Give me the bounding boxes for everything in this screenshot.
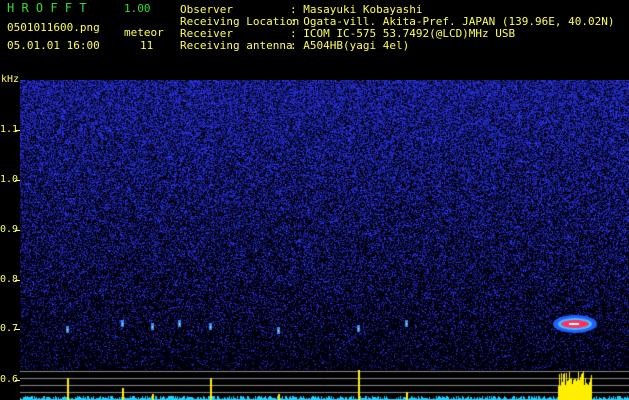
signal-strength-strip: [20, 370, 629, 400]
meteor-count: 11: [140, 39, 154, 52]
y-tick-mark-0-7: [15, 329, 20, 330]
y-tick-mark-0-6: [15, 380, 20, 381]
file-name: 0501011600.png: [7, 21, 100, 34]
app-version: 1.00: [124, 2, 151, 15]
info-antenna-label: Receiving antenna: [180, 39, 293, 52]
app-title: H R O F F T: [7, 1, 87, 15]
axis-unit-label: kHz: [1, 74, 20, 85]
file-datetime: 05.01.01 16:00: [7, 39, 100, 52]
y-tick-mark-1-0: [15, 180, 20, 181]
y-tick-mark-1-1: [15, 130, 20, 131]
y-tick-mark-0-8: [15, 280, 20, 281]
spectrogram: [20, 80, 629, 370]
meteor-label: meteor: [124, 26, 164, 39]
info-antenna-value: : A504HB(yagi 4el): [290, 39, 410, 52]
y-tick-mark-0-9: [15, 230, 20, 231]
